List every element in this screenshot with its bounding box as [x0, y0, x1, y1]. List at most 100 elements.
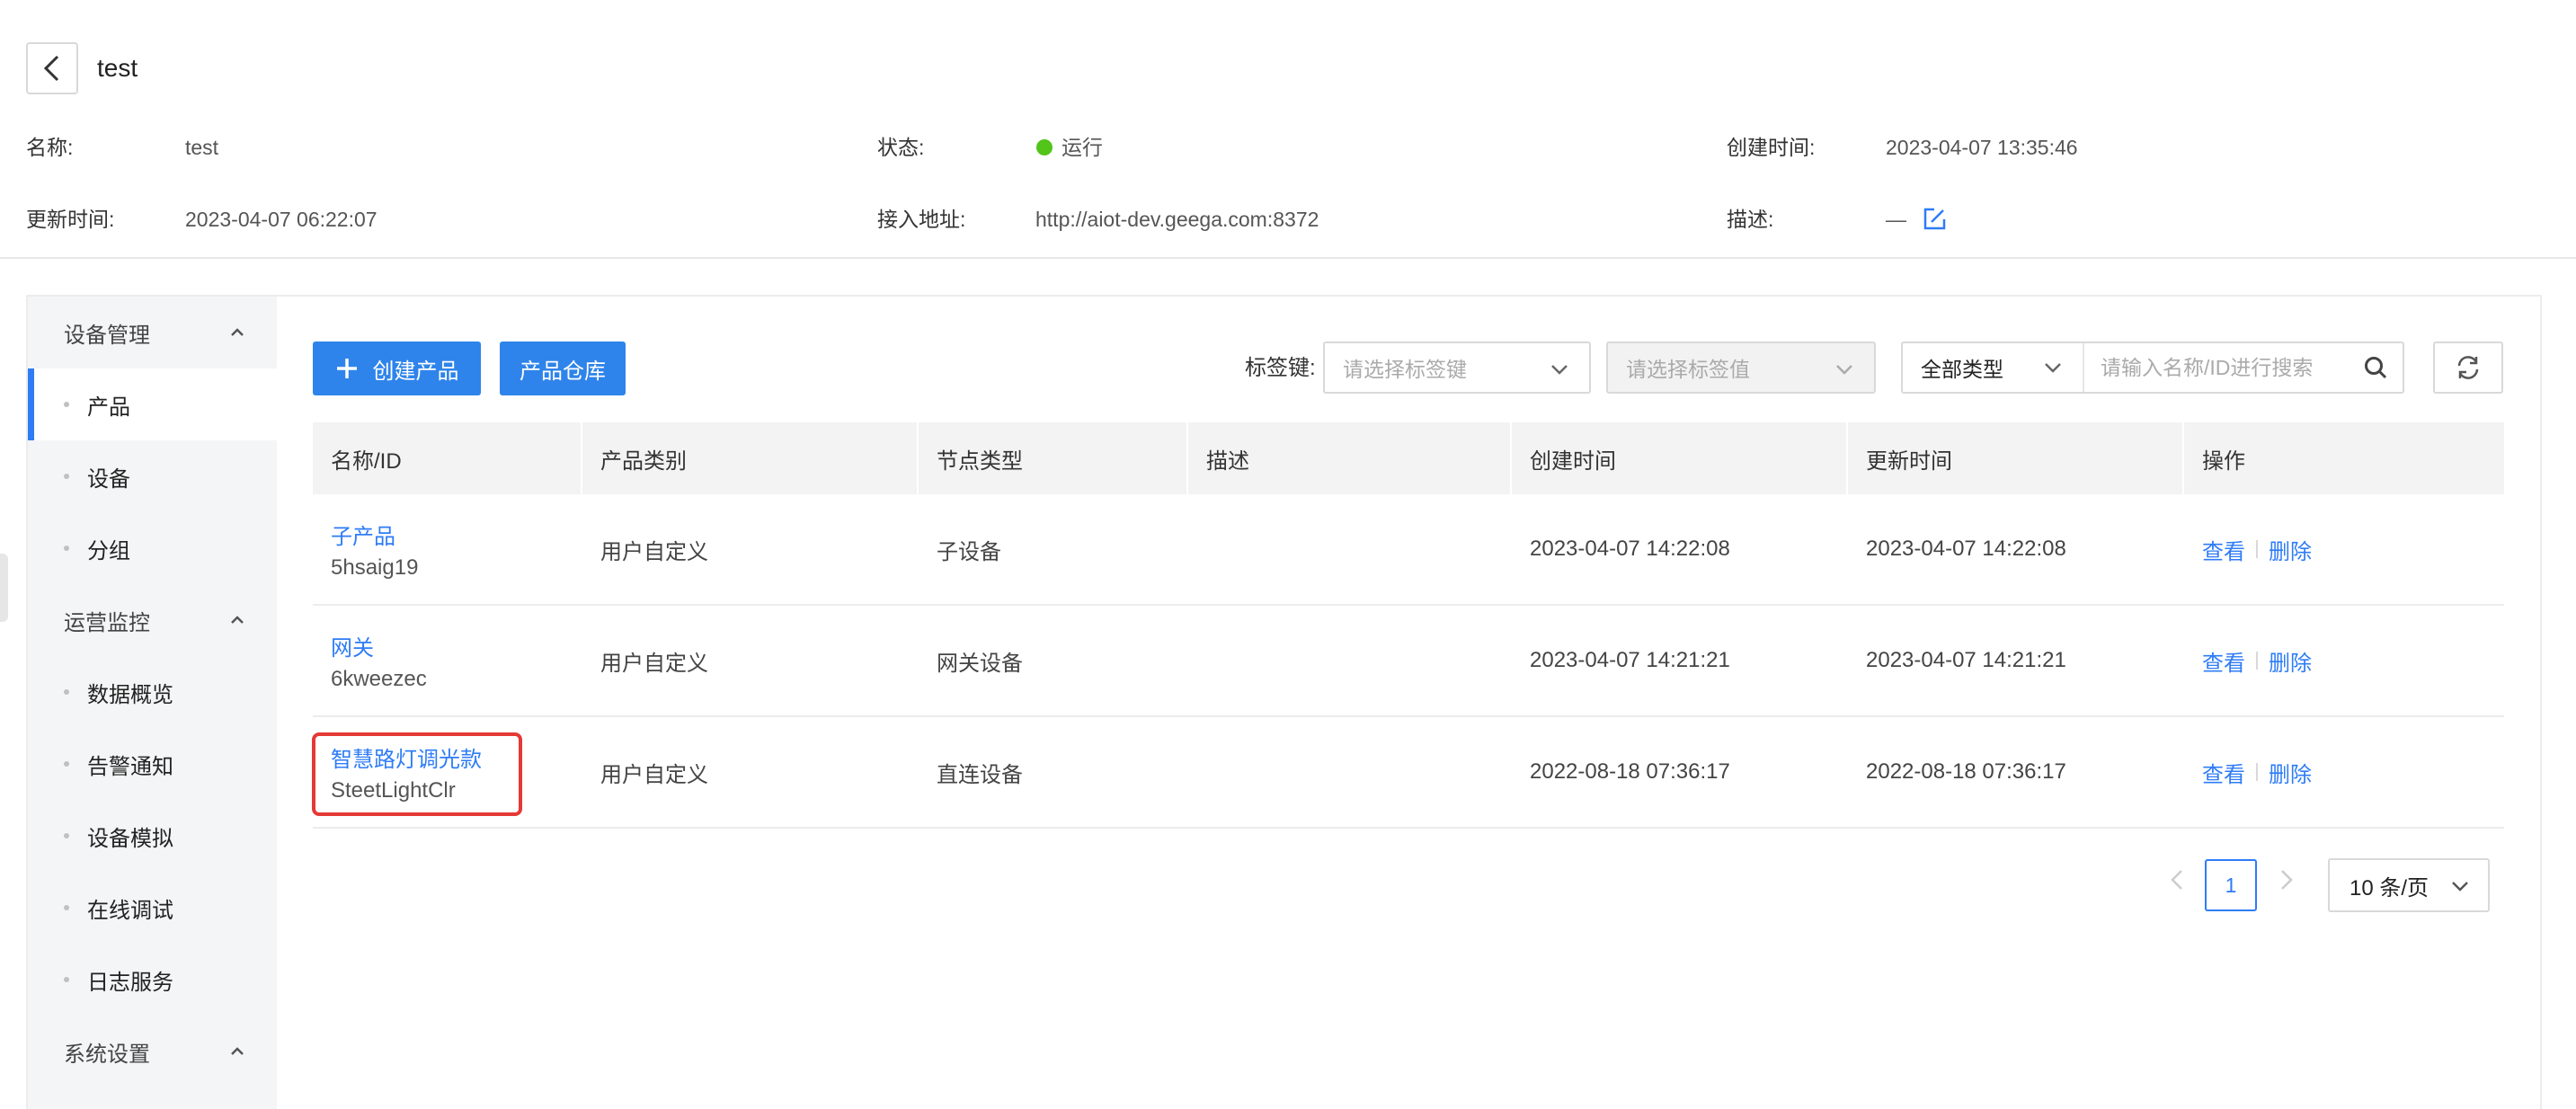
chevron-left-icon: [43, 55, 59, 82]
column-header-node-type: 节点类型: [937, 448, 1023, 474]
bullet-icon: [64, 833, 69, 838]
back-button[interactable]: [26, 42, 78, 94]
endpoint-value: http://aiot-dev.geega.com:8372: [1035, 208, 1319, 231]
status-label: 状态:: [877, 136, 925, 159]
product-id: 5hsaig19: [331, 554, 419, 580]
column-header-created: 创建时间: [1530, 448, 1616, 474]
product-name-link[interactable]: 智慧路灯调光款: [331, 741, 482, 773]
created-label: 创建时间:: [1727, 136, 1816, 159]
tag-value-select[interactable]: 请选择标签值: [1606, 342, 1876, 394]
description-cell: [1188, 606, 1206, 715]
sidebar-item-device-simulation[interactable]: 设备模拟: [28, 800, 277, 872]
page-number-current[interactable]: 1: [2205, 859, 2257, 911]
product-name-link[interactable]: 网关: [331, 630, 374, 661]
sidebar-item-device[interactable]: 设备: [28, 440, 277, 512]
endpoint-label: 接入地址:: [877, 208, 966, 231]
type-select[interactable]: 全部类型: [1903, 343, 2083, 392]
edit-icon[interactable]: [1922, 207, 1947, 232]
chevron-down-icon: [2452, 882, 2468, 892]
chevron-down-icon: [1836, 365, 1852, 375]
page-size-select[interactable]: 10 条/页: [2328, 858, 2490, 912]
column-header-updated: 更新时间: [1866, 448, 1952, 474]
tag-key-label: 标签键:: [1245, 356, 1316, 380]
sidebar-group-label: 系统设置: [64, 1042, 150, 1067]
product-id: SteetLightClr: [331, 777, 456, 803]
product-warehouse-button[interactable]: 产品仓库: [500, 342, 626, 395]
table-row: 网关 6kweezec 用户自定义 网关设备 2023-04-07 14:21:…: [313, 606, 2504, 717]
tag-key-select[interactable]: 请选择标签键: [1323, 342, 1591, 394]
name-label: 名称:: [26, 136, 74, 159]
action-separator: [2256, 763, 2258, 781]
page-title: test: [97, 54, 138, 82]
sidebar-group-system-settings[interactable]: 系统设置: [28, 1016, 277, 1087]
category-cell: 用户自定义: [600, 762, 708, 787]
created-cell: 2022-08-18 07:36:17: [1530, 759, 1730, 784]
product-name-link[interactable]: 子产品: [331, 519, 395, 550]
tag-key-placeholder: 请选择标签键: [1343, 358, 1467, 381]
sidebar-collapse-handle[interactable]: [0, 554, 8, 622]
actions-cell: 查看 删除: [2184, 606, 2312, 715]
status-dot: [1036, 139, 1053, 155]
header-divider: [0, 257, 2576, 259]
chevron-left-icon[interactable]: [2166, 868, 2190, 892]
chevron-right-icon[interactable]: [2274, 868, 2297, 892]
chevron-down-icon: [2045, 363, 2061, 373]
chevron-up-icon: [231, 328, 244, 336]
sidebar-item-label: 日志服务: [87, 970, 173, 995]
name-id-cell: 网关 6kweezec: [313, 606, 581, 715]
table-row: 智慧路灯调光款 SteetLightClr 用户自定义 直连设备 2022-08…: [313, 717, 2504, 829]
sidebar-group-operations-monitoring[interactable]: 运营监控: [28, 584, 277, 656]
description-label: 描述:: [1727, 208, 1774, 231]
sidebar-group-label: 设备管理: [64, 323, 150, 348]
sidebar-group-label: 运营监控: [64, 610, 150, 635]
node-type-cell: 直连设备: [937, 762, 1023, 787]
delete-link[interactable]: 删除: [2269, 534, 2312, 565]
view-link[interactable]: 查看: [2202, 757, 2245, 788]
bullet-icon: [64, 689, 69, 695]
sidebar-item-label: 设备模拟: [87, 826, 173, 851]
create-product-label: 创建产品: [372, 359, 459, 384]
action-separator: [2256, 540, 2258, 558]
sidebar-item-product[interactable]: 产品: [28, 368, 277, 440]
view-link[interactable]: 查看: [2202, 645, 2245, 677]
delete-link[interactable]: 删除: [2269, 645, 2312, 677]
refresh-icon: [2457, 356, 2479, 379]
sidebar-item-data-overview[interactable]: 数据概览: [28, 656, 277, 728]
sidebar-item-label: 数据概览: [87, 682, 173, 707]
search-icon[interactable]: [2363, 355, 2388, 380]
actions-cell: 查看 删除: [2184, 494, 2312, 604]
sidebar-item-online-debug[interactable]: 在线调试: [28, 872, 277, 944]
sidebar-item-log-service[interactable]: 日志服务: [28, 944, 277, 1016]
updated-label: 更新时间:: [26, 208, 115, 231]
updated-value: 2023-04-07 06:22:07: [185, 208, 378, 231]
page-size-value: 10 条/页: [2349, 875, 2429, 901]
search-input[interactable]: [2101, 343, 2361, 392]
chevron-up-icon: [231, 1047, 244, 1055]
refresh-button[interactable]: [2433, 342, 2503, 394]
description-cell: [1188, 717, 1206, 827]
column-header-description: 描述: [1206, 448, 1249, 474]
column-header-actions: 操作: [2202, 448, 2245, 474]
table-row: 子产品 5hsaig19 用户自定义 子设备 2023-04-07 14:22:…: [313, 494, 2504, 606]
sidebar-group-device-management[interactable]: 设备管理: [28, 297, 277, 368]
sidebar-item-alerts[interactable]: 告警通知: [28, 728, 277, 800]
create-product-button[interactable]: 创建产品: [313, 342, 481, 395]
created-cell: 2023-04-07 14:22:08: [1530, 537, 1730, 561]
bullet-icon: [64, 402, 69, 407]
table-header: 名称/ID 产品类别 节点类型 描述 创建时间 更新时间 操作: [313, 422, 2504, 494]
tag-value-placeholder: 请选择标签值: [1626, 358, 1750, 381]
chevron-up-icon: [231, 616, 244, 624]
actions-cell: 查看 删除: [2184, 717, 2312, 827]
updated-cell: 2023-04-07 14:22:08: [1866, 537, 2066, 561]
search-box: 全部类型: [1901, 342, 2404, 394]
sidebar-item-label: 在线调试: [87, 898, 173, 923]
updated-cell: 2022-08-18 07:36:17: [1866, 759, 2066, 784]
bullet-icon: [64, 761, 69, 767]
sidebar-item-group[interactable]: 分组: [28, 512, 277, 584]
product-warehouse-label: 产品仓库: [520, 359, 606, 384]
delete-link[interactable]: 删除: [2269, 757, 2312, 788]
name-value: test: [185, 136, 219, 159]
action-separator: [2256, 652, 2258, 670]
node-type-cell: 子设备: [937, 539, 1001, 564]
view-link[interactable]: 查看: [2202, 534, 2245, 565]
